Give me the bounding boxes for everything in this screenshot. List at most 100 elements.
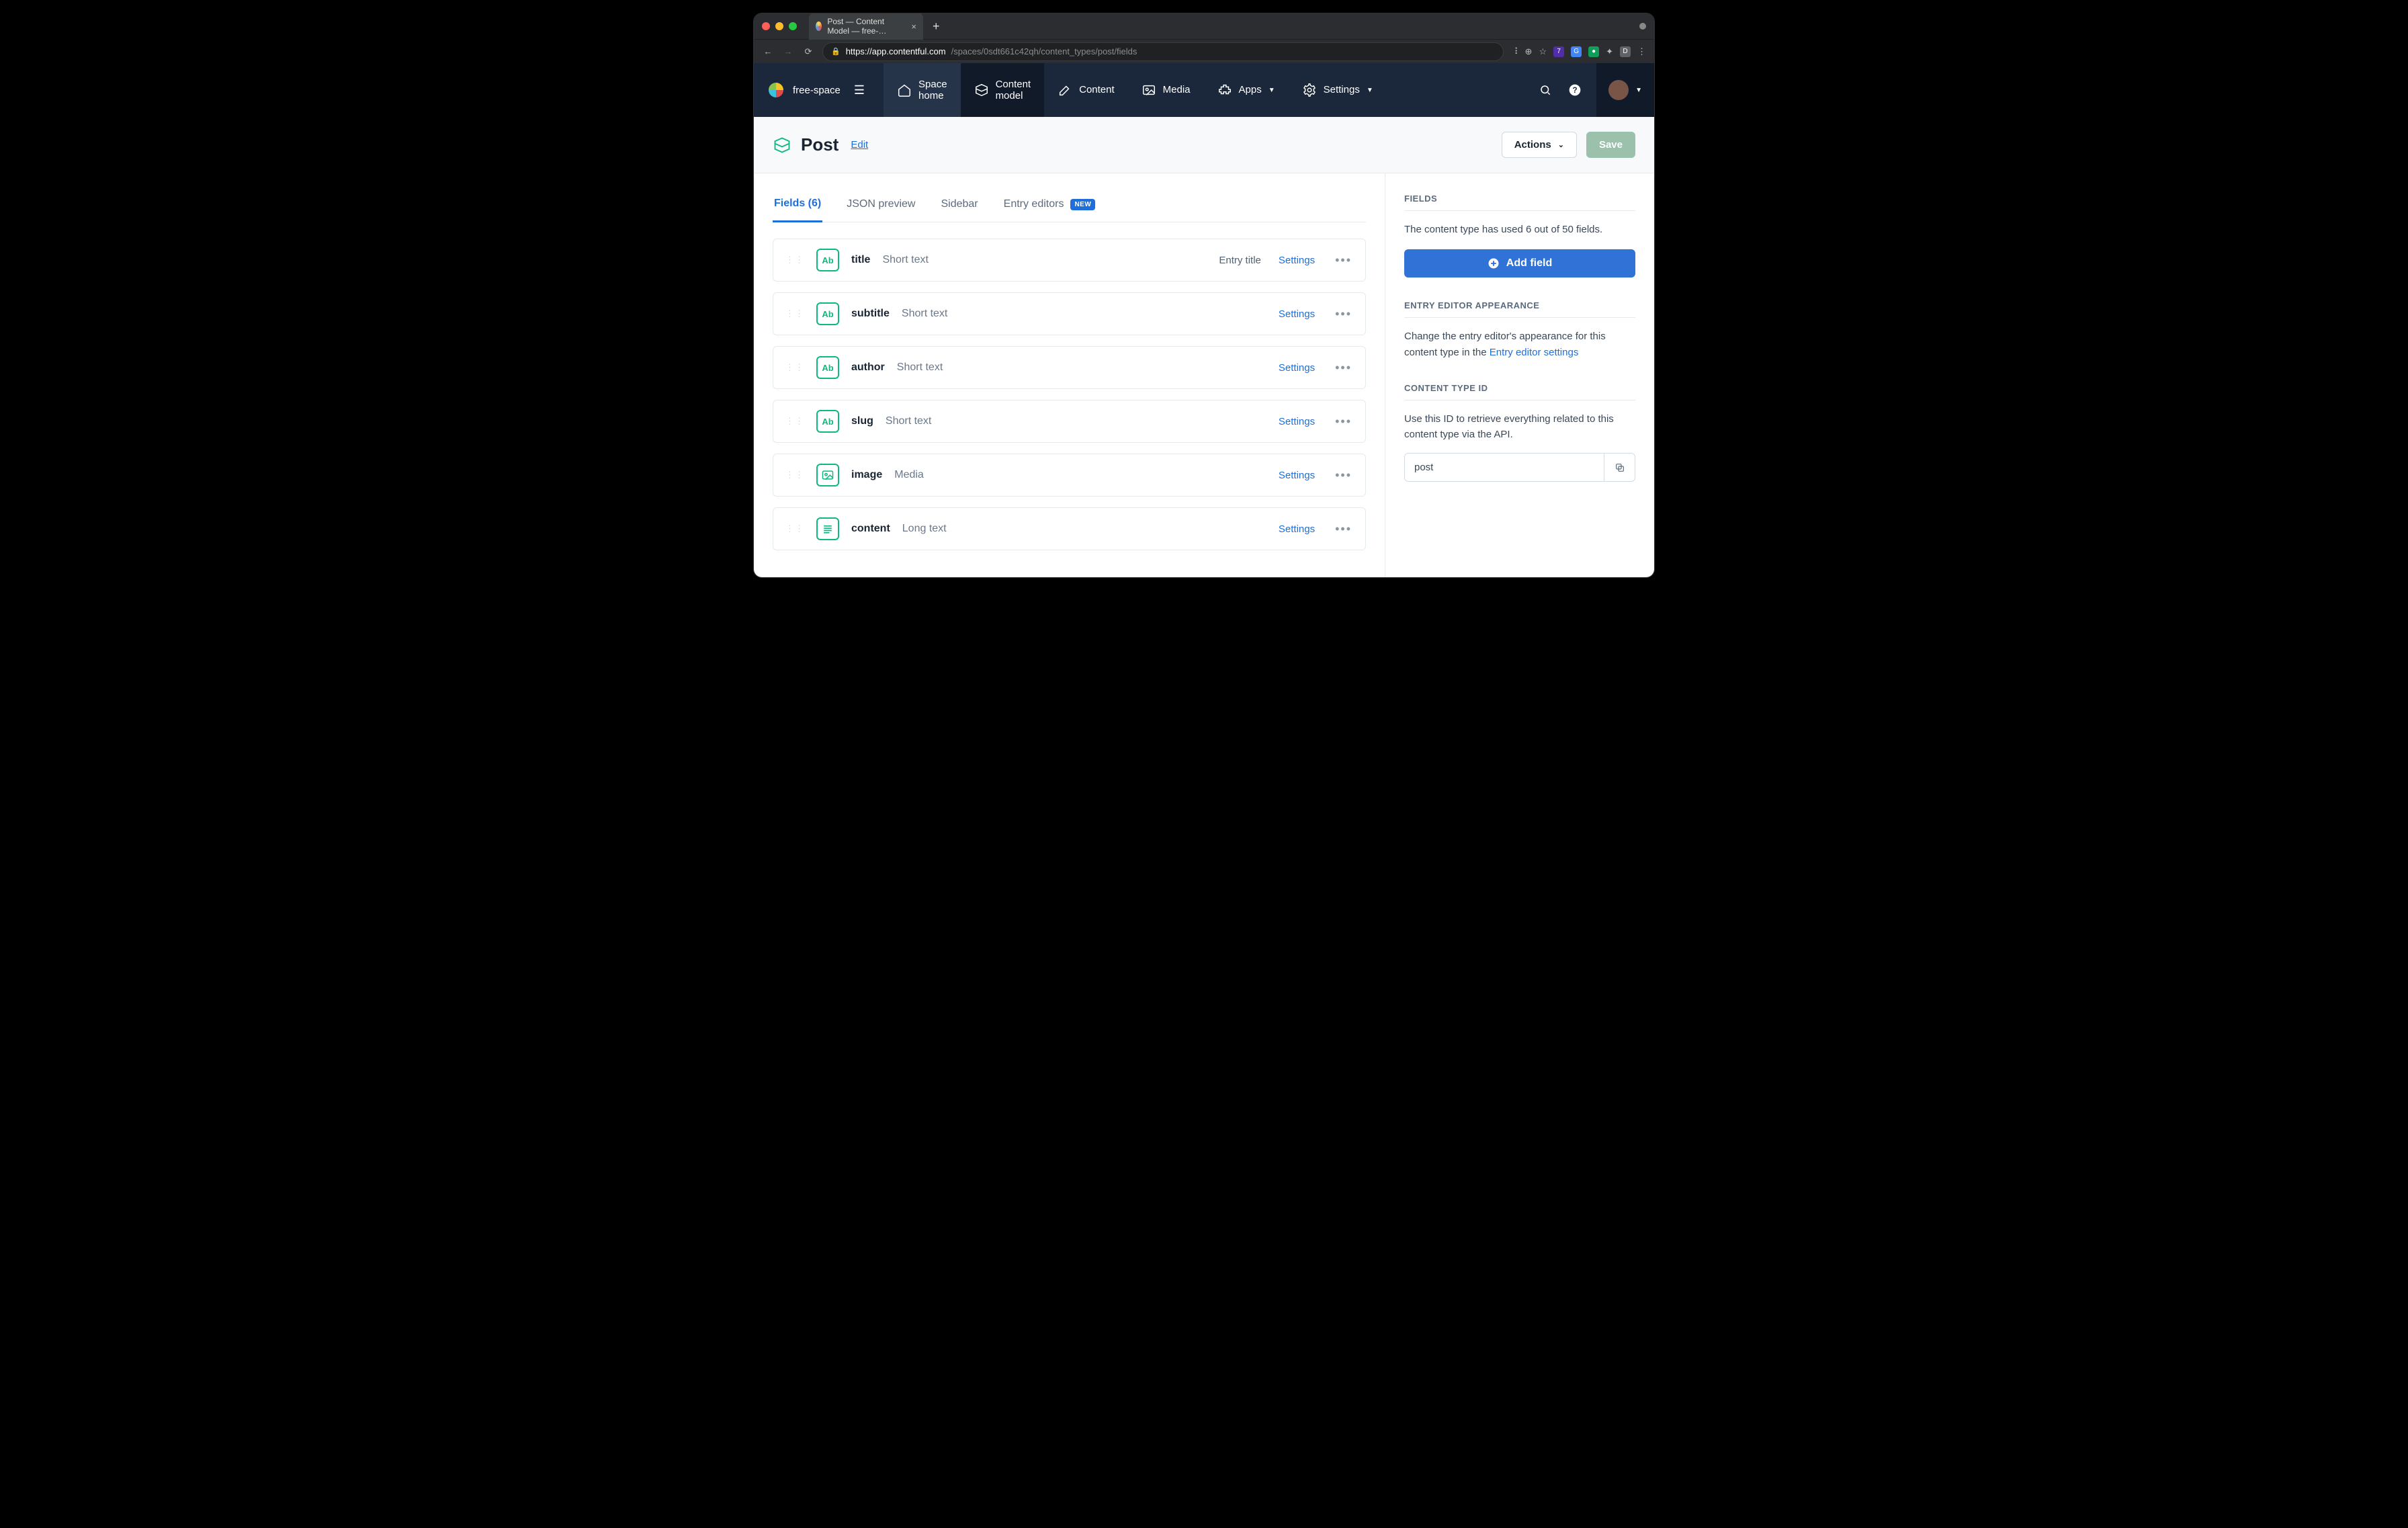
copy-icon (1615, 462, 1625, 473)
extension-icon[interactable]: 7 (1553, 46, 1564, 57)
sidebar-appearance-block: Entry editor appearance Change the entry… (1404, 300, 1635, 360)
extension-icon[interactable]: G (1571, 46, 1582, 57)
zoom-icon[interactable]: ⊕ (1525, 46, 1533, 57)
app-top-nav: free-space ☰ Space home Content model Co… (754, 63, 1654, 117)
nav-space-home[interactable]: Space home (884, 63, 961, 117)
extensions-puzzle-icon[interactable]: ✦ (1606, 46, 1613, 57)
tab-json-preview[interactable]: JSON preview (845, 191, 916, 222)
home-icon (897, 83, 912, 97)
field-row[interactable]: ⋮⋮AbsubtitleShort textSettings••• (773, 292, 1366, 335)
nav-content[interactable]: Content (1044, 63, 1128, 117)
tab-entry-editors[interactable]: Entry editors NEW (1002, 191, 1097, 222)
field-type: Media (894, 469, 924, 481)
chrome-account-dot[interactable] (1639, 23, 1646, 30)
field-settings-link[interactable]: Settings (1279, 523, 1315, 535)
address-bar[interactable]: 🔒 https://app.contentful.com/spaces/0sdt… (822, 42, 1504, 61)
field-type: Long text (902, 523, 947, 535)
field-row[interactable]: ⋮⋮AbslugShort textSettings••• (773, 400, 1366, 443)
nav-apps[interactable]: Apps ▼ (1204, 63, 1289, 117)
field-name: title (851, 254, 870, 266)
field-type: Short text (897, 362, 943, 374)
save-button[interactable]: Save (1586, 132, 1635, 158)
edit-link[interactable]: Edit (851, 139, 868, 151)
more-menu-icon[interactable]: ••• (1327, 468, 1353, 482)
content-type-id-input[interactable] (1405, 454, 1604, 481)
more-menu-icon[interactable]: ••• (1327, 253, 1353, 267)
sidebar-heading: Content type ID (1404, 383, 1635, 400)
more-menu-icon[interactable]: ••• (1327, 415, 1353, 429)
more-menu-icon[interactable]: ••• (1327, 522, 1353, 536)
field-settings-link[interactable]: Settings (1279, 416, 1315, 427)
window-traffic-lights[interactable] (762, 22, 797, 30)
star-icon[interactable]: ☆ (1539, 46, 1547, 57)
forward-button[interactable]: → (782, 46, 794, 56)
tab-title: Post — Content Model — free-… (827, 17, 906, 36)
field-type-icon (816, 517, 839, 540)
fields-usage-text: The content type has used 6 out of 50 fi… (1404, 222, 1635, 237)
browser-chrome: Post — Content Model — free-… × + ← → ⟳ … (754, 13, 1654, 63)
puzzle-icon (1217, 83, 1232, 97)
sidebar-heading: Fields (1404, 194, 1635, 211)
add-field-button[interactable]: Add field (1404, 249, 1635, 278)
field-list: ⋮⋮AbtitleShort textEntry titleSettings••… (773, 239, 1366, 550)
more-menu-icon[interactable]: ••• (1327, 361, 1353, 375)
more-menu-icon[interactable]: ••• (1327, 307, 1353, 321)
drag-handle-icon[interactable]: ⋮⋮ (785, 470, 804, 480)
field-name: subtitle (851, 308, 890, 320)
caret-down-icon: ▼ (1268, 87, 1275, 94)
actions-label: Actions (1514, 139, 1551, 151)
drag-handle-icon[interactable]: ⋮⋮ (785, 308, 804, 319)
copy-button[interactable] (1604, 454, 1635, 481)
browser-tab[interactable]: Post — Content Model — free-… × (809, 13, 923, 40)
translate-icon[interactable]: ⠸ (1512, 46, 1518, 57)
field-settings-link[interactable]: Settings (1279, 255, 1315, 266)
contentful-logo-icon[interactable] (769, 83, 783, 97)
back-button[interactable]: ← (762, 46, 774, 56)
close-icon[interactable]: × (911, 22, 916, 32)
reload-button[interactable]: ⟳ (802, 46, 814, 57)
nav-label: Content (1079, 84, 1115, 95)
field-settings-link[interactable]: Settings (1279, 308, 1315, 320)
nav-content-model[interactable]: Content model (961, 63, 1045, 117)
field-row[interactable]: ⋮⋮AbtitleShort textEntry titleSettings••… (773, 239, 1366, 282)
gear-icon (1302, 83, 1317, 97)
entry-editor-settings-link[interactable]: Entry editor settings (1490, 347, 1579, 358)
tab-fields[interactable]: Fields (6) (773, 191, 822, 222)
user-menu[interactable]: ▼ (1596, 63, 1654, 117)
field-type-icon: Ab (816, 356, 839, 379)
new-tab-button[interactable]: + (929, 19, 944, 34)
field-row[interactable]: ⋮⋮ Ab author Short text Settings ••• (773, 346, 1366, 389)
nav-label: Settings (1324, 84, 1360, 95)
content-type-tabs: Fields (6) JSON preview Sidebar Entry ed… (773, 191, 1366, 222)
hamburger-icon[interactable]: ☰ (850, 83, 869, 97)
profile-badge[interactable]: D (1620, 46, 1631, 57)
actions-dropdown[interactable]: Actions ⌄ (1502, 132, 1577, 158)
tab-sidebar[interactable]: Sidebar (939, 191, 979, 222)
contentful-favicon (816, 22, 822, 31)
extension-icon[interactable]: ● (1588, 46, 1599, 57)
nav-settings[interactable]: Settings ▼ (1289, 63, 1387, 117)
field-row[interactable]: ⋮⋮ content Long text Settings ••• (773, 507, 1366, 550)
field-settings-link[interactable]: Settings (1279, 362, 1315, 374)
sidebar-ctid-block: Content type ID Use this ID to retrieve … (1404, 383, 1635, 482)
drag-handle-icon[interactable]: ⋮⋮ (785, 523, 804, 534)
field-name: slug (851, 415, 873, 427)
help-icon[interactable]: ? (1568, 83, 1582, 97)
space-name[interactable]: free-space (793, 85, 841, 96)
field-name: author (851, 362, 885, 374)
drag-handle-icon[interactable]: ⋮⋮ (785, 255, 804, 265)
chrome-menu[interactable]: ⋮ (1637, 46, 1646, 57)
nav-media[interactable]: Media (1128, 63, 1204, 117)
appearance-text: Change the entry editor's appearance for… (1404, 329, 1635, 360)
tab-label: Entry editors (1004, 198, 1064, 210)
search-icon[interactable] (1539, 83, 1552, 97)
field-name: content (851, 523, 890, 535)
plus-circle-icon (1488, 257, 1500, 269)
field-row[interactable]: ⋮⋮imageMediaSettings••• (773, 454, 1366, 497)
nav-label: Space home (918, 79, 947, 102)
url-path: /spaces/0sdt661c42qh/content_types/post/… (951, 46, 1137, 56)
field-type-icon: Ab (816, 249, 839, 271)
drag-handle-icon[interactable]: ⋮⋮ (785, 362, 804, 373)
drag-handle-icon[interactable]: ⋮⋮ (785, 416, 804, 427)
field-settings-link[interactable]: Settings (1279, 470, 1315, 481)
